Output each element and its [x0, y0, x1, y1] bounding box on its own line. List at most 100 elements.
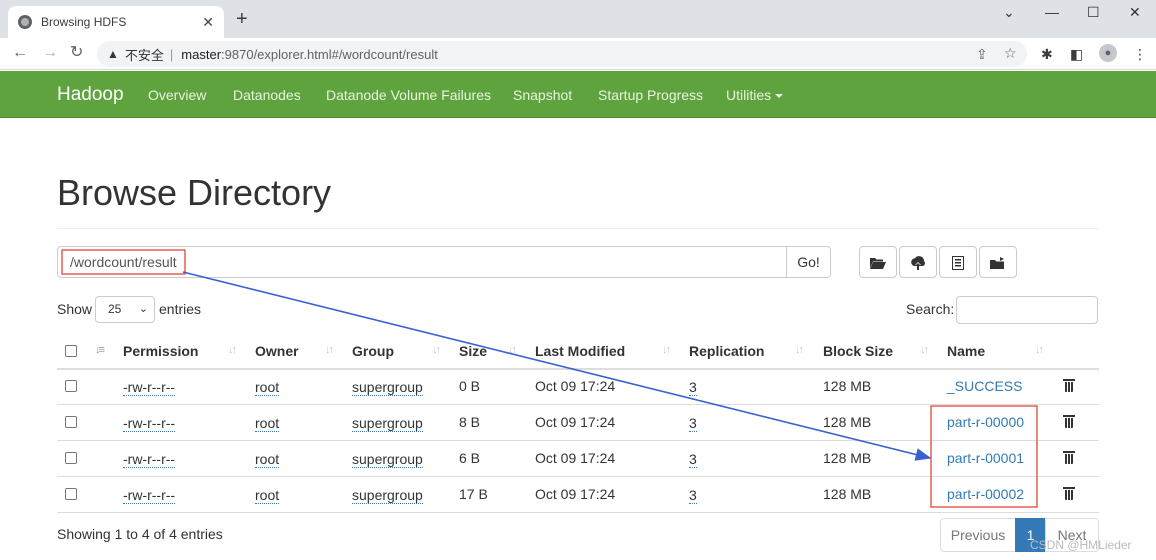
share-icon[interactable]: ⇪	[976, 46, 988, 63]
row-checkbox[interactable]	[65, 380, 77, 392]
tab-close-icon[interactable]: ✕	[202, 14, 214, 31]
upload-button[interactable]	[899, 246, 937, 278]
column-header-replication[interactable]: Replication	[689, 343, 764, 359]
permission-cell[interactable]: -rw-r--r--	[123, 379, 176, 396]
file-name-link[interactable]: _SUCCESS	[947, 378, 1022, 394]
column-header-size[interactable]: Size	[459, 343, 487, 359]
permission-cell[interactable]: -rw-r--r--	[123, 487, 176, 504]
sort-icon[interactable]: ↓↑	[795, 344, 804, 356]
browser-tab[interactable]: Browsing HDFS ✕	[8, 6, 224, 38]
extensions-icon[interactable]: ✱	[1041, 46, 1053, 63]
permission-cell[interactable]: -rw-r--r--	[123, 415, 176, 432]
group-cell[interactable]: supergroup	[352, 415, 423, 432]
nav-volume-failures[interactable]: Datanode Volume Failures	[326, 87, 491, 103]
owner-cell[interactable]: root	[255, 379, 280, 396]
window-close-icon[interactable]: ✕	[1129, 4, 1141, 21]
sort-icon[interactable]: ↓↑	[662, 344, 671, 356]
sort-icon[interactable]: ↓↑	[920, 344, 929, 356]
forward-icon[interactable]: →	[42, 44, 58, 62]
modified-cell: Oct 09 17:24	[535, 486, 616, 502]
previous-button[interactable]: Previous	[940, 518, 1016, 552]
nav-datanodes[interactable]: Datanodes	[233, 87, 301, 103]
replication-cell[interactable]: 3	[689, 379, 697, 396]
nav-utilities-label: Utilities	[726, 87, 772, 103]
nav-snapshot[interactable]: Snapshot	[513, 87, 572, 103]
trash-icon[interactable]	[1063, 378, 1075, 392]
file-name-link[interactable]: part-r-00000	[947, 414, 1024, 430]
nav-overview[interactable]: Overview	[148, 87, 206, 103]
sort-icon[interactable]: ↓↑	[508, 344, 517, 356]
group-cell[interactable]: supergroup	[352, 487, 423, 504]
owner-cell[interactable]: root	[255, 415, 280, 432]
sidepanel-icon[interactable]: ◧	[1070, 46, 1083, 63]
watermark: CSDN @HMLieder	[1030, 538, 1132, 552]
sort-icon[interactable]: ↓≡	[95, 344, 105, 356]
column-header-owner[interactable]: Owner	[255, 343, 299, 359]
back-icon[interactable]: ←	[12, 44, 28, 62]
sort-icon[interactable]: ↓↑	[1035, 344, 1044, 356]
row-checkbox[interactable]	[65, 452, 77, 464]
folder-open-icon	[870, 258, 886, 270]
directory-input[interactable]: /wordcount/result	[57, 246, 787, 278]
block-size-cell: 128 MB	[823, 450, 872, 466]
row-checkbox[interactable]	[65, 488, 77, 500]
menu-icon[interactable]: ⋮	[1133, 46, 1147, 63]
column-header-name[interactable]: Name	[947, 343, 985, 359]
brand-logo[interactable]: Hadoop	[57, 84, 124, 106]
divider	[57, 228, 1099, 229]
sort-icon[interactable]: ↓↑	[432, 344, 441, 356]
cloud-upload-icon	[911, 256, 925, 271]
trash-icon[interactable]	[1063, 450, 1075, 464]
trash-icon[interactable]	[1063, 414, 1075, 428]
cut-paste-button[interactable]	[939, 246, 977, 278]
globe-icon	[18, 15, 32, 29]
row-checkbox[interactable]	[65, 416, 77, 428]
sort-icon[interactable]: ↓↑	[228, 344, 237, 356]
paste-button[interactable]	[979, 246, 1017, 278]
trash-icon[interactable]	[1063, 486, 1075, 500]
owner-cell[interactable]: root	[255, 451, 280, 468]
caret-down-icon	[775, 94, 784, 99]
go-button[interactable]: Go!	[786, 246, 831, 278]
page-size-select[interactable]: 25 ⌄	[95, 296, 155, 323]
group-cell[interactable]: supergroup	[352, 379, 423, 396]
minimize-icon[interactable]: —	[1045, 4, 1059, 20]
tab-title: Browsing HDFS	[41, 15, 127, 29]
nav-utilities[interactable]: Utilities	[726, 87, 784, 103]
sort-icon[interactable]: ↓↑	[325, 344, 334, 356]
page-title: Browse Directory	[57, 172, 332, 213]
search-input[interactable]	[956, 296, 1098, 324]
reload-icon[interactable]: ↻	[70, 44, 83, 62]
size-cell: 17 B	[459, 486, 488, 502]
column-header-last-modified[interactable]: Last Modified	[535, 343, 625, 359]
list-alt-icon	[952, 256, 964, 271]
modified-cell: Oct 09 17:24	[535, 450, 616, 466]
row-divider	[57, 440, 1099, 441]
size-cell: 8 B	[459, 414, 481, 430]
url-host: master	[181, 46, 222, 62]
column-header-group[interactable]: Group	[352, 343, 394, 359]
tab-search-chevron-icon[interactable]: ⌄	[1003, 4, 1015, 21]
file-name-link[interactable]: part-r-00001	[947, 450, 1024, 466]
nav-startup-progress[interactable]: Startup Progress	[598, 87, 703, 103]
replication-cell[interactable]: 3	[689, 451, 697, 468]
permission-cell[interactable]: -rw-r--r--	[123, 451, 176, 468]
select-all-checkbox[interactable]	[65, 345, 77, 357]
block-size-cell: 128 MB	[823, 486, 872, 502]
address-bar[interactable]: ▲ 不安全 | master :9870/explorer.html#/word…	[97, 41, 1027, 67]
profile-icon[interactable]: ●	[1099, 44, 1117, 62]
owner-cell[interactable]: root	[255, 487, 280, 504]
replication-cell[interactable]: 3	[689, 415, 697, 432]
file-name-link[interactable]: part-r-00002	[947, 486, 1024, 502]
replication-cell[interactable]: 3	[689, 487, 697, 504]
url-separator: |	[169, 46, 174, 62]
new-tab-icon[interactable]: +	[236, 9, 248, 29]
create-directory-button[interactable]	[859, 246, 897, 278]
row-divider	[57, 476, 1099, 477]
column-header-permission[interactable]: Permission	[123, 343, 198, 359]
maximize-icon[interactable]: ☐	[1087, 4, 1100, 21]
group-cell[interactable]: supergroup	[352, 451, 423, 468]
star-icon[interactable]: ☆	[1004, 45, 1017, 62]
page-size-value: 25	[108, 302, 122, 316]
column-header-block-size[interactable]: Block Size	[823, 343, 893, 359]
